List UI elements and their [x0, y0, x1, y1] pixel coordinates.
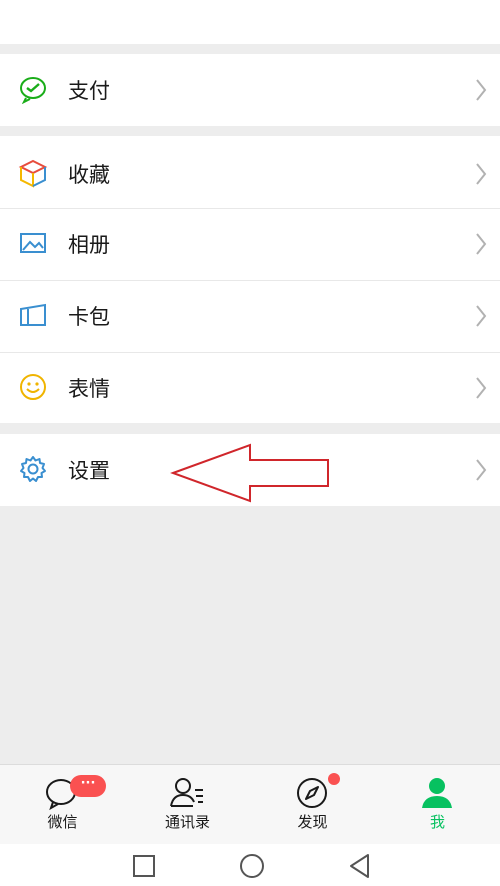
tab-discover[interactable]: 发现 [250, 765, 375, 845]
contacts-icon [170, 778, 203, 807]
tab-contacts[interactable]: 通讯录 [125, 765, 250, 845]
menu-item-label: 卡包 [68, 305, 110, 329]
menu-item-label: 表情 [68, 377, 110, 401]
menu-item-cards[interactable]: 卡包 [0, 276, 500, 356]
menu-item-label: 支付 [68, 79, 110, 103]
chevron-right-icon [476, 305, 487, 327]
annotation-arrow [170, 443, 329, 503]
tab-wechat[interactable]: ··· 微信 [0, 765, 125, 845]
unread-badge: ··· [70, 775, 106, 797]
tab-label: 发现 [297, 813, 328, 831]
tab-label: 微信 [47, 813, 78, 831]
chevron-right-icon [476, 459, 487, 481]
system-nav-bar [0, 844, 500, 886]
menu-item-favorites[interactable]: 收藏 [0, 134, 500, 214]
album-icon [20, 233, 46, 253]
chevron-right-icon [476, 233, 487, 255]
pay-group: 支付 [0, 54, 500, 126]
sticker-smile-icon [20, 374, 46, 400]
card-wallet-icon [20, 303, 46, 326]
main-group: 收藏 相册 卡包 表情 [0, 136, 500, 423]
menu-item-album[interactable]: 相册 [0, 204, 500, 284]
person-icon [422, 778, 452, 808]
menu-item-label: 设置 [68, 459, 110, 483]
back-icon[interactable] [346, 852, 374, 880]
tab-label: 我 [429, 813, 445, 831]
recent-apps-icon[interactable] [130, 852, 158, 880]
gear-icon [20, 456, 46, 482]
tab-label: 通讯录 [164, 813, 210, 831]
chevron-right-icon [476, 377, 487, 399]
menu-item-label: 收藏 [68, 163, 110, 187]
menu-item-stickers[interactable]: 表情 [0, 348, 500, 428]
bottom-tab-bar: ··· 微信 通讯录 发现 我 [0, 764, 500, 844]
menu-item-pay[interactable]: 支付 [0, 50, 500, 130]
top-section [0, 0, 500, 44]
chevron-right-icon [476, 79, 487, 101]
favorites-cube-icon [18, 159, 48, 188]
chevron-right-icon [476, 163, 487, 185]
new-dot-badge [328, 773, 340, 785]
compass-icon [297, 778, 327, 808]
tab-me[interactable]: 我 [375, 765, 500, 845]
menu-item-label: 相册 [68, 233, 110, 257]
home-icon[interactable] [238, 852, 266, 880]
wechat-pay-icon [20, 77, 46, 104]
